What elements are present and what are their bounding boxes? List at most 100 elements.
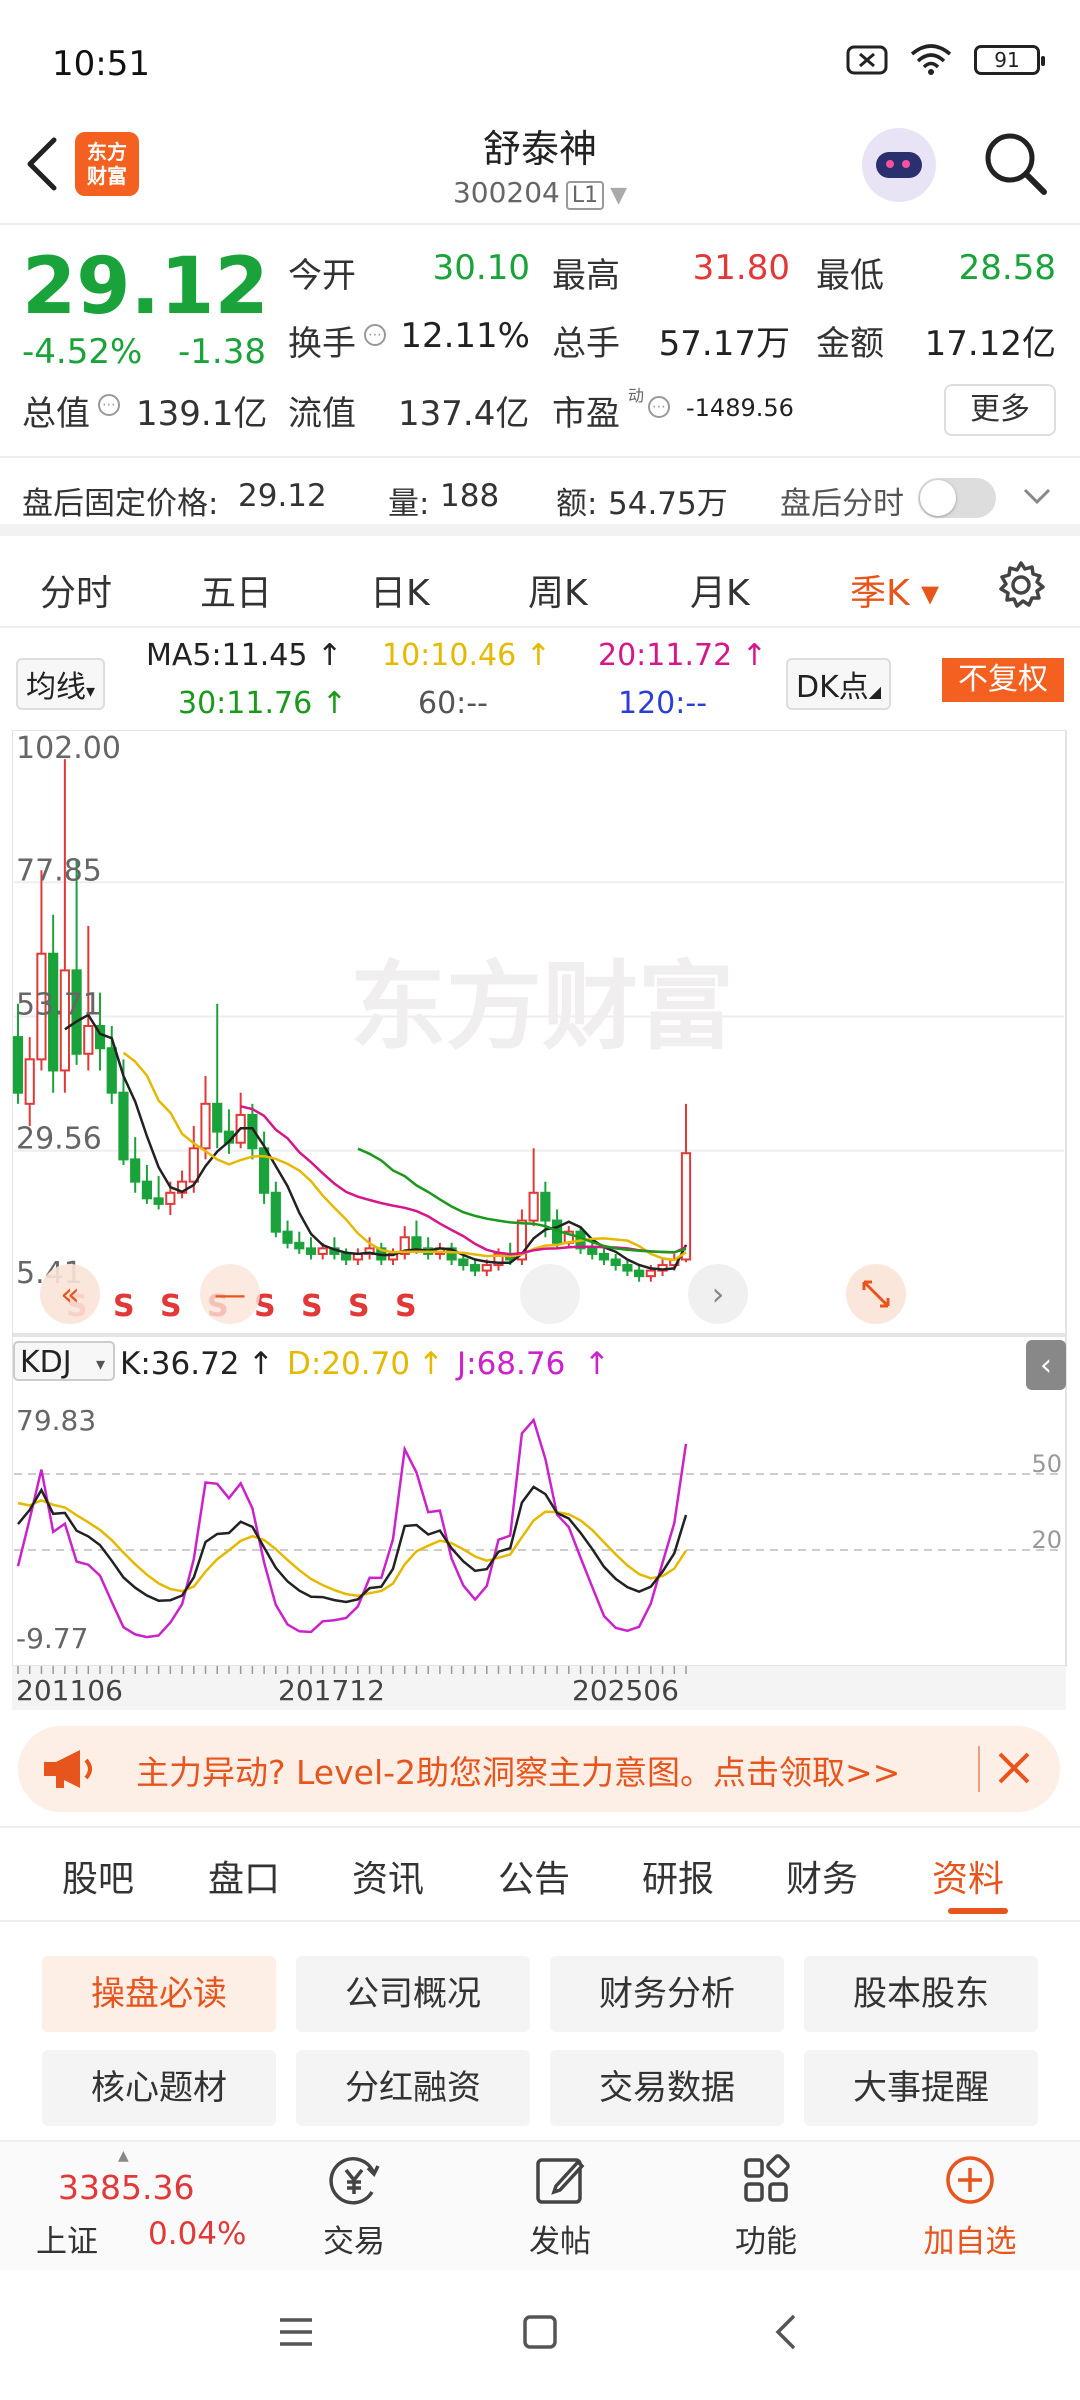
open-label: 今开 (288, 256, 356, 296)
notification-blocked-icon (846, 45, 888, 75)
nav-post-label: 发帖 (529, 2224, 591, 2260)
chart-zoom-in-button[interactable] (520, 1264, 580, 1324)
active-tab-underline (948, 1908, 1008, 1914)
kdj-k-value: K:36.72 (120, 1346, 240, 1382)
ma30-value: 30:11.76 ↑ (178, 686, 347, 721)
banner-text: 主力异动? Level-2助您洞察主力意图。点击领取>> (136, 1753, 901, 1792)
dropdown-arrow-icon: ▾ (86, 681, 96, 702)
tab-news[interactable]: 资讯 (352, 1850, 424, 1902)
yen-exchange-icon (329, 2157, 380, 2205)
nav-post[interactable]: 发帖 (490, 2142, 630, 2261)
candle-body (634, 1269, 645, 1278)
candle-body (610, 1258, 621, 1267)
ma5-value: MA5:11.45 ↑ (146, 638, 343, 673)
candle-body (282, 1230, 293, 1244)
minus-icon: — (214, 1275, 246, 1313)
tab-daily-k[interactable]: 日K (370, 564, 430, 616)
kline-chart[interactable]: 东方财富 102.0077.8553.7129.565.41 SSSSSSSS … (12, 730, 1068, 1710)
tab-financials[interactable]: 财务 (786, 1850, 858, 1902)
info-icon[interactable]: ⋯ (364, 324, 386, 346)
promo-banner[interactable]: 主力异动? Level-2助您洞察主力意图。点击领取>> (18, 1726, 1060, 1812)
sell-signal-mark: S (160, 1289, 182, 1324)
chevron-down-icon[interactable] (1022, 486, 1052, 506)
close-icon[interactable] (994, 1748, 1034, 1788)
tab-weekly-k[interactable]: 周K (528, 564, 588, 616)
info-icon[interactable]: ⋯ (648, 396, 670, 418)
candle-body (341, 1252, 352, 1261)
candle-body (587, 1247, 598, 1255)
kdj-right-20: 20 (1031, 1526, 1062, 1554)
nav-add-watchlist[interactable]: 加自选 (900, 2142, 1040, 2261)
grid-apps-icon (744, 2154, 790, 2202)
nav-trade[interactable]: 交易 (284, 2142, 424, 2261)
tab-timeshare[interactable]: 分时 (40, 564, 112, 616)
info-icon[interactable]: ⋯ (98, 394, 120, 416)
kdj-j-value: J:68.76 (455, 1346, 565, 1382)
back-icon[interactable] (772, 2312, 800, 2352)
tab-five-day[interactable]: 五日 (200, 564, 272, 616)
index-change: 0.04% (148, 2216, 247, 2252)
candle-body (481, 1264, 492, 1272)
total-value-label: 总值 (22, 394, 90, 434)
high-value: 31.80 (692, 248, 790, 288)
tab-forum[interactable]: 股吧 (62, 1850, 134, 1902)
candle-body (141, 1180, 153, 1200)
tab-monthly-k[interactable]: 月K (690, 564, 750, 616)
kdj-right-50: 50 (1031, 1450, 1062, 1478)
candle-body (528, 1191, 539, 1222)
chart-watermark: 东方财富 (350, 951, 734, 1063)
candle-body (83, 1024, 94, 1055)
candle-body (540, 1191, 551, 1222)
tab-quarterly-k[interactable]: 季K ▾ (850, 564, 939, 616)
battery-icon: 91 (974, 45, 1045, 75)
candle-body (411, 1236, 422, 1250)
tab-profile[interactable]: 资料 (932, 1850, 1004, 1902)
dk-point-dropdown[interactable]: DK点◢ (786, 658, 892, 710)
robot-assistant-icon[interactable] (862, 128, 936, 202)
grid-btn-shareholders[interactable]: 股本股东 (804, 1956, 1038, 2032)
grid-btn-financial-analysis[interactable]: 财务分析 (550, 1956, 784, 2032)
grid-btn-dividends[interactable]: 分红融资 (296, 2050, 530, 2126)
chevron-right-icon: › (712, 1275, 725, 1313)
kdj-y-min: -9.77 (16, 1622, 88, 1655)
x-label-2017: 201712 (278, 1674, 385, 1707)
tab-orderbook[interactable]: 盘口 (208, 1850, 280, 1902)
after-timeshare-toggle[interactable] (918, 478, 996, 518)
turnover-label: 换手 (288, 324, 356, 364)
tab-announcements[interactable]: 公告 (498, 1850, 570, 1902)
pe-value: -1489.56 (686, 394, 794, 422)
more-button[interactable]: 更多 (944, 384, 1056, 436)
quote-panel: 29.12 -4.52% -1.38 今开 30.10 最高 31.80 最低 … (0, 226, 1080, 456)
grid-btn-trading-guide[interactable]: 操盘必读 (42, 1956, 276, 2032)
candle-body (24, 1058, 35, 1105)
x-label-2025: 202506 (572, 1674, 679, 1707)
high-label: 最高 (552, 256, 620, 296)
amount-label: 金额 (816, 324, 884, 364)
grid-btn-trading-data[interactable]: 交易数据 (550, 2050, 784, 2126)
after-vol-label: 量: (388, 486, 430, 522)
ma-selector-dropdown[interactable]: 均线▾ (16, 658, 106, 710)
app-header: 东方财富 舒泰神 300204 L1 ▼ (0, 110, 1080, 225)
dropdown-arrow-icon: ▾ (96, 1354, 105, 1375)
content-tabs: 股吧 盘口 资讯 公告 研报 财务 资料 (0, 1826, 1080, 1922)
status-time: 10:51 (52, 44, 150, 84)
ma-legend: 均线▾ MA5:11.45 ↑ 10:10.46 ↑ 20:11.72 ↑ 30… (0, 630, 1080, 730)
grid-btn-company-overview[interactable]: 公司概况 (296, 1956, 530, 2032)
home-icon[interactable] (522, 2314, 558, 2350)
chevron-left-icon: ‹ (1040, 1348, 1052, 1383)
status-bar: 10:51 91 (0, 0, 1080, 120)
candle-body (598, 1252, 610, 1261)
search-icon[interactable] (980, 128, 1050, 198)
y-tick-label: 29.56 (16, 1122, 102, 1157)
nav-functions[interactable]: 功能 (696, 2142, 836, 2261)
kdj-k-line (17, 1485, 688, 1604)
grid-btn-core-themes[interactable]: 核心题材 (42, 2050, 276, 2126)
candle-body (622, 1264, 633, 1272)
candle-body (153, 1197, 164, 1205)
menu-icon[interactable] (278, 2316, 314, 2348)
index-ticker[interactable]: ▲ 3385.36 上证 0.04% (0, 2142, 280, 2272)
no-adjust-button[interactable]: 不复权 (942, 658, 1064, 702)
settings-gear-icon[interactable] (996, 560, 1046, 610)
tab-research[interactable]: 研报 (642, 1850, 714, 1902)
grid-btn-events[interactable]: 大事提醒 (804, 2050, 1038, 2126)
